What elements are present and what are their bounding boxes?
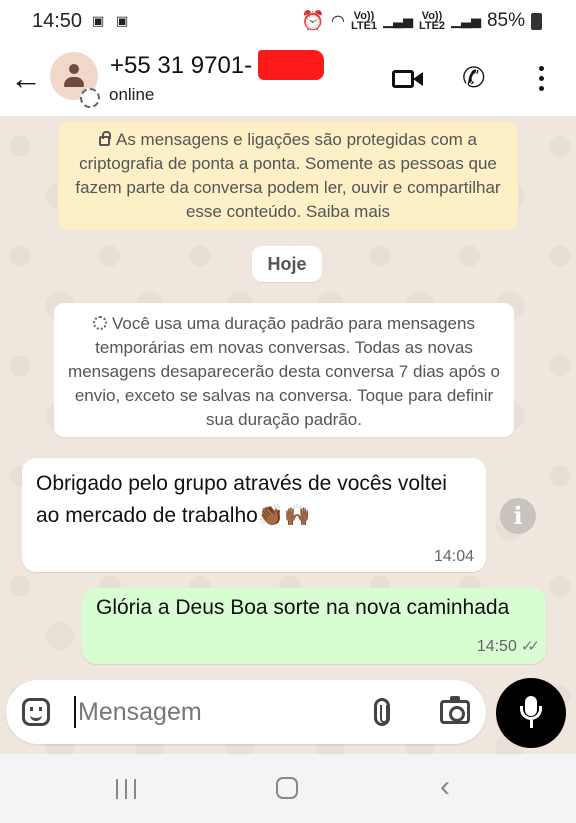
- gallery-icon: ▣: [116, 13, 129, 28]
- recent-bar: [125, 779, 127, 799]
- more-vert-icon[interactable]: [532, 62, 552, 94]
- home-icon[interactable]: [276, 777, 298, 799]
- nav-back-icon[interactable]: ‹: [440, 771, 450, 803]
- message-text: Glória a Deus Boa sorte na nova caminhad…: [96, 596, 510, 619]
- lock-icon: [99, 131, 111, 146]
- redaction-mark: [258, 50, 324, 80]
- text-cursor: [74, 696, 76, 728]
- encryption-notice-text: As mensagens e ligações são protegidas c…: [75, 130, 501, 221]
- signal-icon: ▁▃▅: [382, 13, 413, 28]
- battery-icon: [531, 12, 542, 30]
- person-icon: [69, 64, 79, 74]
- video-call-icon[interactable]: [390, 62, 426, 94]
- disappearing-timer-icon: [80, 88, 100, 108]
- mic-button[interactable]: [496, 678, 566, 748]
- sticker-icon[interactable]: [22, 698, 50, 726]
- battery-level: 85%: [486, 10, 525, 31]
- status-right: ⏰ ◠ Vo)) LTE1 ▁▃▅ Vo)) LTE2 ▁▃▅ 85%: [301, 9, 542, 33]
- attach-icon[interactable]: [374, 698, 390, 726]
- menu-dot: [539, 76, 544, 81]
- contact-name[interactable]: +55 31 9701-: [110, 52, 252, 80]
- message-bubble-outgoing[interactable]: Glória a Deus Boa sorte na nova caminhad…: [82, 588, 546, 664]
- mic-icon-arc: [520, 706, 542, 720]
- recent-apps-icon[interactable]: [114, 779, 138, 799]
- status-bar: 14:50 ▣ ▣ ⏰ ◠ Vo)) LTE1 ▁▃▅ Vo)) LTE2 ▁▃…: [0, 0, 576, 44]
- camera-icon[interactable]: [440, 696, 470, 724]
- alarm-icon: ⏰: [301, 11, 325, 32]
- network-2-label: Vo)) LTE2: [418, 10, 446, 32]
- message-text: Obrigado pelo grupo através de vocês vol…: [36, 472, 447, 527]
- chat-header: ← +55 31 9701- online ✆: [0, 44, 576, 116]
- menu-dot: [539, 66, 544, 71]
- encryption-notice[interactable]: As mensagens e ligações são protegidas c…: [58, 122, 518, 230]
- timer-icon: [93, 316, 108, 330]
- network-1-label: Vo)) LTE1: [350, 10, 378, 32]
- recent-bar: [134, 779, 136, 799]
- person-icon-body: [64, 77, 84, 87]
- temporary-messages-notice[interactable]: Você usa uma duração padrão para mensage…: [54, 303, 514, 437]
- signal-icon: ▁▃▅: [450, 13, 481, 28]
- message-meta: 14:50 ✓✓: [476, 637, 540, 656]
- message-bubble-incoming[interactable]: Obrigado pelo grupo através de vocês vol…: [22, 458, 486, 572]
- mic-icon-stem: [530, 720, 533, 728]
- video-call-icon-body: [392, 70, 414, 88]
- date-chip: Hoje: [252, 246, 322, 282]
- status-time: 14:50: [32, 10, 83, 32]
- double-check-icon: ✓✓: [520, 638, 540, 655]
- temporary-notice-text: Você usa uma duração padrão para mensage…: [68, 314, 500, 429]
- system-nav-bar: ‹: [0, 754, 576, 823]
- voice-call-icon[interactable]: ✆: [462, 62, 496, 94]
- arrow-left-icon[interactable]: ←: [8, 60, 44, 96]
- message-time: 14:04: [433, 548, 474, 565]
- message-composer: [6, 680, 486, 744]
- chat-area[interactable]: As mensagens e ligações são protegidas c…: [0, 116, 576, 754]
- wifi-icon: ◠: [331, 13, 345, 30]
- recent-bar: [116, 779, 118, 799]
- message-input[interactable]: [78, 692, 348, 732]
- video-call-icon-lens: [413, 72, 423, 86]
- gallery-icon: ▣: [92, 13, 105, 28]
- menu-dot: [539, 86, 544, 91]
- contact-status: online: [109, 85, 155, 104]
- info-icon[interactable]: i: [500, 498, 536, 534]
- message-time: 14:50: [476, 638, 517, 655]
